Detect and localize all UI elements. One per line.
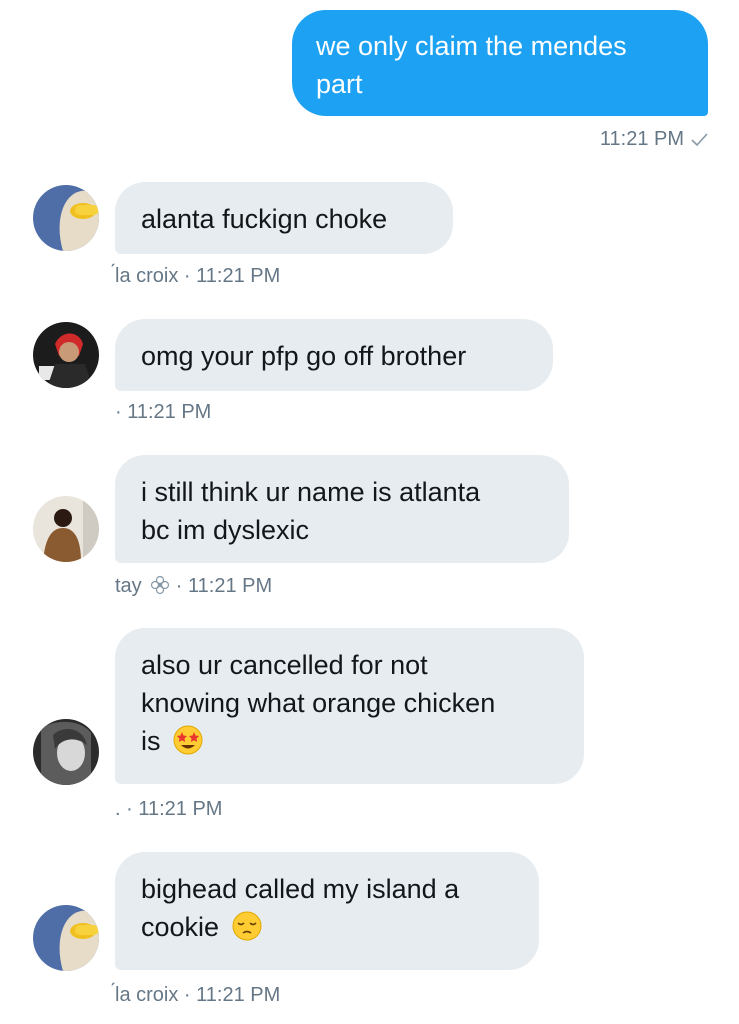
meta-separator: ·	[178, 265, 197, 287]
received-message-bubble[interactable]: alanta fuckign choke	[115, 182, 453, 254]
message-line-2-text: cookie	[141, 912, 220, 942]
message-line-2: bc im dyslexic	[141, 515, 310, 545]
pensive-emoji-icon	[232, 911, 262, 941]
message-time: 11:21 PM	[196, 984, 281, 1006]
message-line-3: is	[141, 722, 558, 760]
meta-separator: ·	[178, 984, 197, 1006]
sender-name[interactable]: tay	[115, 575, 142, 597]
message-line-1: omg your pfp go off brother	[141, 341, 467, 371]
message-line-3-text: is	[141, 726, 161, 756]
received-message-bubble[interactable]: omg your pfp go off brother	[115, 319, 553, 391]
flower-emoji-icon	[151, 575, 170, 595]
message-line-1: also ur cancelled for not	[141, 650, 428, 680]
sender-name[interactable]: ́la croix	[115, 984, 178, 1006]
received-message-bubble[interactable]: also ur cancelled for not knowing what o…	[115, 628, 584, 784]
meta-separator: ·	[115, 401, 128, 423]
sent-message-line-2: part	[316, 69, 363, 99]
message-time: 11:21 PM	[188, 575, 273, 597]
message-meta: tay · 11:21 PM	[115, 575, 272, 598]
message-time: 11:21 PM	[127, 401, 212, 423]
message-meta: . · 11:21 PM	[115, 798, 222, 821]
message-meta: ́la croix · 11:21 PM	[115, 265, 280, 288]
avatar-la-croix[interactable]	[33, 185, 99, 251]
meta-separator: ·	[120, 798, 139, 820]
message-time: 11:21 PM	[196, 265, 281, 287]
avatar-la-croix[interactable]	[33, 905, 99, 971]
received-message-bubble[interactable]: bighead called my island a cookie	[115, 852, 539, 970]
sent-message-bubble[interactable]: we only claim the mendes part	[292, 10, 708, 116]
avatar-user-4[interactable]	[33, 719, 99, 785]
sent-message-meta: 11:21 PM	[600, 128, 708, 151]
message-line-2: knowing what orange chicken	[141, 688, 496, 718]
message-time: 11:21 PM	[138, 798, 223, 820]
avatar-user-2[interactable]	[33, 322, 99, 388]
checkmark-icon	[691, 133, 708, 147]
sent-message-line-1: we only claim the mendes	[316, 31, 627, 61]
star-struck-emoji-icon	[173, 725, 203, 755]
sent-message-time: 11:21 PM	[599, 128, 684, 150]
message-line-1: bighead called my island a	[141, 874, 460, 904]
message-line-1: i still think ur name is atlanta	[141, 477, 481, 507]
message-meta: ́la croix · 11:21 PM	[115, 984, 280, 1007]
message-meta: · 11:21 PM	[115, 401, 211, 424]
message-line-2: cookie	[141, 908, 513, 946]
sender-name[interactable]: ́la croix	[115, 265, 178, 287]
meta-separator: ·	[170, 575, 189, 597]
received-message-bubble[interactable]: i still think ur name is atlanta bc im d…	[115, 455, 569, 563]
message-line-1: alanta fuckign choke	[141, 204, 388, 234]
avatar-tay[interactable]	[33, 496, 99, 562]
